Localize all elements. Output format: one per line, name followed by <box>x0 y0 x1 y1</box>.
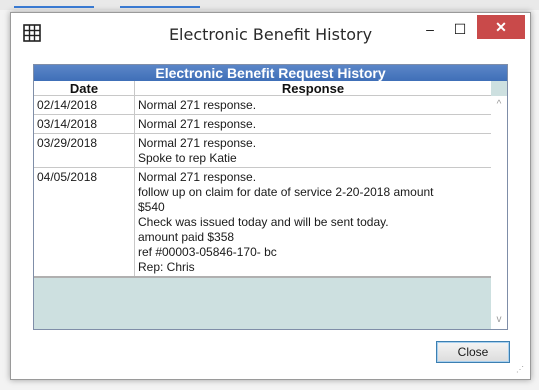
response-line: Check was issued today and will be sent … <box>138 215 389 229</box>
minimize-button[interactable]: – <box>415 16 445 42</box>
table-row[interactable]: 03/14/2018 Normal 271 response. <box>34 115 491 134</box>
scroll-down-icon[interactable]: v <box>491 313 507 327</box>
response-line: Rep: Chris <box>138 260 195 274</box>
date-cell: 02/14/2018 <box>34 96 135 114</box>
grid-rows: 02/14/2018 Normal 271 response. 03/14/2018… <box>34 96 491 278</box>
table-row[interactable]: 04/05/2018 Normal 271 response. follow up … <box>34 168 491 278</box>
close-icon: ✕ <box>495 18 507 35</box>
resize-grip-icon[interactable]: ⋰ <box>516 365 526 375</box>
response-line: Normal 271 response. <box>138 136 257 150</box>
title-bar[interactable]: Electronic Benefit History – ☐ ✕ <box>11 13 530 53</box>
response-cell: Normal 271 response. follow up on claim f… <box>135 168 491 276</box>
minimize-icon: – <box>426 21 434 37</box>
response-cell: Normal 271 response. Spoke to rep Katie <box>135 134 491 167</box>
window-close-button[interactable]: ✕ <box>477 15 525 39</box>
maximize-button[interactable]: ☐ <box>445 16 475 42</box>
close-button[interactable]: Close <box>436 341 510 363</box>
vertical-scrollbar[interactable]: ^ v <box>491 96 507 329</box>
response-cell: Normal 271 response. <box>135 96 491 114</box>
response-line: Normal 271 response. <box>138 170 257 184</box>
background-tab <box>14 0 94 8</box>
date-cell: 04/05/2018 <box>34 168 135 276</box>
response-line: Normal 271 response. <box>138 117 257 131</box>
scroll-up-icon[interactable]: ^ <box>491 98 507 112</box>
date-cell: 03/14/2018 <box>34 115 135 133</box>
maximize-icon: ☐ <box>453 20 467 37</box>
column-header-response[interactable]: Response <box>135 81 491 96</box>
response-line: Spoke to rep Katie <box>138 151 237 165</box>
date-cell: 03/29/2018 <box>34 134 135 167</box>
benefit-history-dialog: Electronic Benefit History – ☐ ✕ Electro… <box>10 12 531 380</box>
response-line: amount paid $358 <box>138 230 235 244</box>
benefit-history-grid: Electronic Benefit Request History Date … <box>33 64 508 330</box>
table-row[interactable]: 02/14/2018 Normal 271 response. <box>34 96 491 115</box>
background-tab <box>120 0 200 8</box>
response-line: Normal 271 response. <box>138 98 257 112</box>
response-line: ref #00003-05846-170- bc <box>138 245 277 259</box>
table-row[interactable]: 03/29/2018 Normal 271 response. Spoke to r… <box>34 134 491 168</box>
response-line: follow up on claim for date of service 2… <box>138 185 434 199</box>
response-line: $540 <box>138 200 165 214</box>
grid-title: Electronic Benefit Request History <box>34 65 507 81</box>
response-cell: Normal 271 response. <box>135 115 491 133</box>
column-header-date[interactable]: Date <box>34 81 135 96</box>
